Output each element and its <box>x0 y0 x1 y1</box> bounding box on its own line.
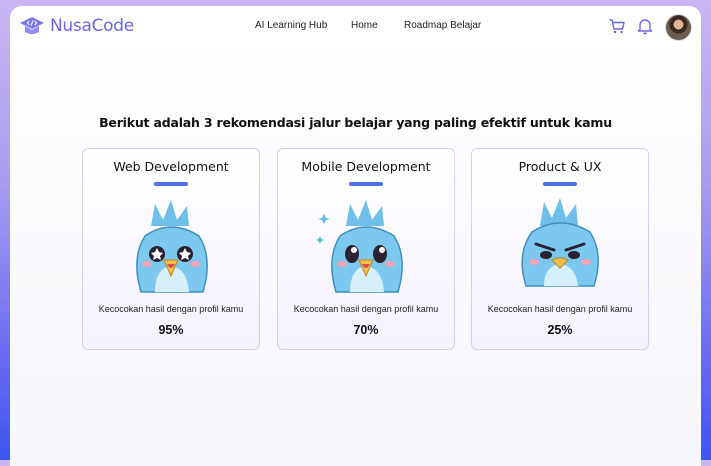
bell-icon[interactable] <box>636 17 654 35</box>
happy-bird-icon <box>316 200 403 293</box>
nav-link-home[interactable]: Home <box>351 20 378 31</box>
card-accent-bar <box>154 182 188 186</box>
card-title: Mobile Development <box>301 159 431 174</box>
app-window: NusaCode AI Learning Hub Home Roadmap Be… <box>10 6 701 466</box>
card-title: Web Development <box>113 159 229 174</box>
card-accent-bar <box>349 182 383 186</box>
match-percent: 70% <box>353 323 379 337</box>
graduation-cap-code-icon <box>20 17 44 34</box>
recommendation-card-product-ux[interactable]: Product & UX Kecocokan hasil dengan prof… <box>471 148 649 350</box>
nav-link-roadmap-belajar[interactable]: Roadmap Belajar <box>404 20 481 31</box>
brand-logo[interactable]: NusaCode <box>19 15 134 37</box>
navbar: NusaCode AI Learning Hub Home Roadmap Be… <box>10 6 701 48</box>
brand-name: NusaCode <box>50 16 134 36</box>
match-percent: 95% <box>158 323 184 337</box>
match-label: Kecocokan hasil dengan profil kamu <box>293 304 439 314</box>
match-label: Kecocokan hasil dengan profil kamu <box>98 304 244 314</box>
match-label: Kecocokan hasil dengan profil kamu <box>487 304 633 314</box>
excited-bird-icon <box>136 200 208 293</box>
cart-icon[interactable] <box>608 17 626 35</box>
page-heading: Berikut adalah 3 rekomendasi jalur belaj… <box>99 115 612 130</box>
match-percent: 25% <box>547 323 573 337</box>
nav-link-ai-learning-hub[interactable]: AI Learning Hub <box>255 20 327 31</box>
recommendation-card-mobile-development[interactable]: Mobile Development Kecocokan hasil denga… <box>277 148 455 350</box>
recommendation-card-web-development[interactable]: Web Development Kecocokan hasil dengan p… <box>82 148 260 350</box>
user-avatar[interactable] <box>665 14 692 41</box>
card-title: Product & UX <box>518 159 602 174</box>
card-accent-bar <box>543 182 577 186</box>
angry-bird-icon <box>521 198 599 287</box>
